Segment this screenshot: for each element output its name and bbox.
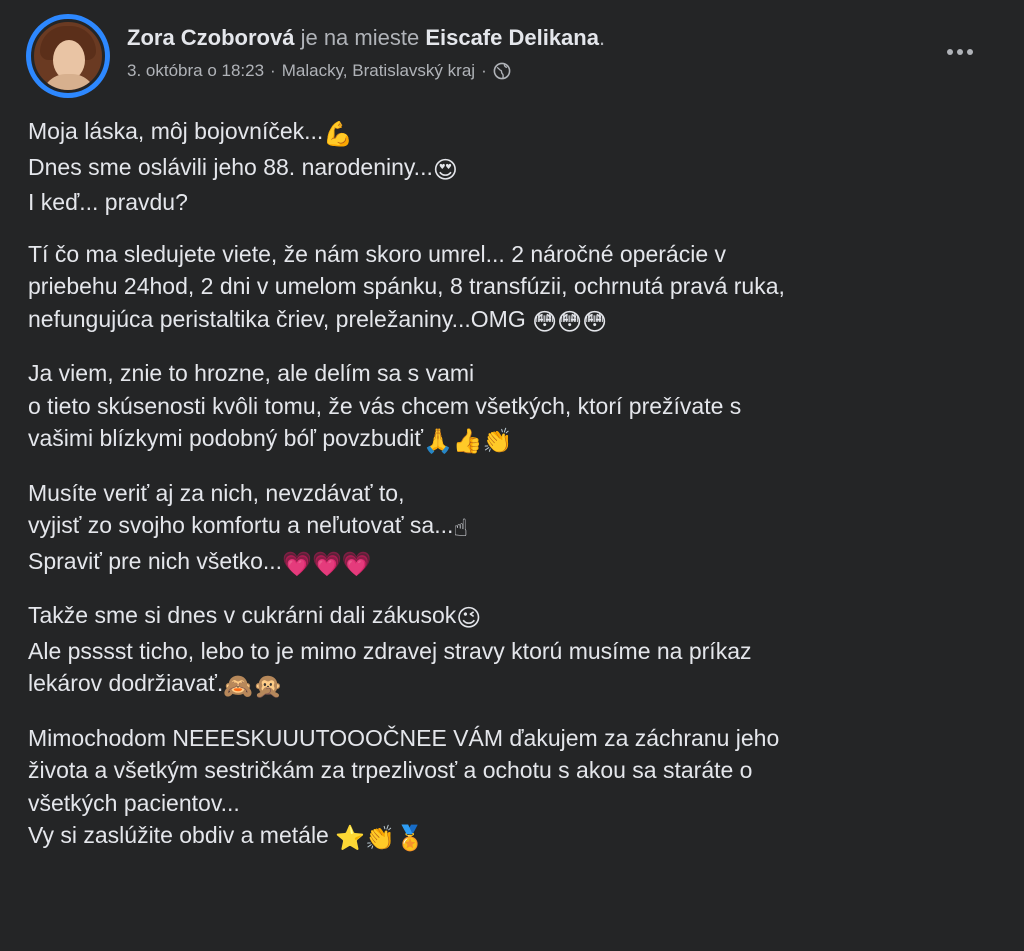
globe-icon[interactable] <box>493 62 511 80</box>
line-text: Vy si zaslúžite obdiv a metále <box>28 822 336 848</box>
line-text: nefungujúca peristaltika čriev, preležan… <box>28 305 533 332</box>
text-line: vyjisť zo svojho komfortu a neľutovať sa… <box>28 509 998 545</box>
emoji: 😍 <box>432 155 458 184</box>
emoji: 💗💗💗 <box>282 549 372 578</box>
post-timestamp-link[interactable]: 3. októbra o 18:23 <box>127 60 264 82</box>
line-text: Musíte veriť aj za nich, nevzdávať to, <box>28 479 405 506</box>
meta-separator: · <box>270 61 276 80</box>
text-line: života a všetkým sestričkám za trpezlivo… <box>28 754 998 787</box>
more-dot <box>967 49 973 55</box>
place-name-link[interactable]: Eiscafe Delikana <box>425 25 599 50</box>
emoji: ⭐👏🏅 <box>335 824 425 852</box>
line-text: života a všetkým sestričkám za trpezlivo… <box>28 757 753 783</box>
line-text: Moja láska, môj bojovníček... <box>28 118 324 144</box>
line-text: o tieto skúsenosti kvôli tomu, že vás ch… <box>28 392 742 419</box>
meta-separator-2: · <box>481 61 487 80</box>
text-line: Ja viem, znie to hrozne, ale delím sa s … <box>28 357 998 390</box>
post-message: Moja láska, môj bojovníček...💪 Dnes sme … <box>28 115 998 874</box>
text-line: vašimi blízkymi podobný bóľ povzbudiť🙏👍👏 <box>28 422 998 458</box>
text-line: Mimochodom NEEESKUUUTOOOČNEE VÁM ďakujem… <box>28 722 998 755</box>
text-line: Vy si zaslúžite obdiv a metále ⭐👏🏅 <box>28 819 998 855</box>
facebook-post: Zora Czoborová je na mieste Eiscafe Deli… <box>0 0 1024 951</box>
line-text: vašimi blízkymi podobný bóľ povzbudiť <box>28 425 424 451</box>
paragraph: Tí čo ma sledujete viete, že nám skoro u… <box>28 238 998 339</box>
text-line: nefungujúca peristaltika čriev, preležan… <box>28 303 998 339</box>
text-line: I keď... pravdu? <box>28 186 998 219</box>
more-dot <box>947 49 953 55</box>
line-text: Ale psssst ticho, lebo to je mimo zdrave… <box>28 637 752 664</box>
line-text: Tí čo ma sledujete viete, že nám skoro u… <box>28 240 726 267</box>
paragraph: Moja láska, môj bojovníček...💪 Dnes sme … <box>28 115 998 219</box>
text-line: o tieto skúsenosti kvôli tomu, že vás ch… <box>28 390 998 423</box>
more-dot <box>957 49 963 55</box>
text-line: Moja láska, môj bojovníček...💪 <box>28 115 998 151</box>
avatar[interactable] <box>26 14 110 98</box>
text-line: priebehu 24hod, 2 dni v umelom spánku, 8… <box>28 270 998 303</box>
line-text: Takže sme si dnes v cukrárni dali zákuso… <box>28 602 457 628</box>
paragraph: Takže sme si dnes v cukrárni dali zákuso… <box>28 599 998 703</box>
post-header: Zora Czoborová je na mieste Eiscafe Deli… <box>26 14 1004 104</box>
line-text: všetkých pacientov... <box>28 789 240 816</box>
paragraph: Musíte veriť aj za nich, nevzdávať to, v… <box>28 477 998 581</box>
line-text: Mimochodom NEEESKUUUTOOOČNEE VÁM ďakujem… <box>28 724 780 751</box>
text-line: Spraviť pre nich všetko...💗💗💗 <box>28 545 998 581</box>
text-line: všetkých pacientov... <box>28 787 998 820</box>
emoji: ☝ <box>453 514 468 542</box>
avatar-photo <box>31 19 105 93</box>
paragraph: Ja viem, znie to hrozne, ale delím sa s … <box>28 357 998 458</box>
avatar-shoulder <box>42 74 96 90</box>
line-text: Ja viem, znie to hrozne, ale delím sa s … <box>28 360 475 386</box>
text-line: lekárov dodržiavať.🙈🙊 <box>28 667 998 703</box>
text-line: Takže sme si dnes v cukrárni dali zákuso… <box>28 599 998 635</box>
more-options-button[interactable] <box>942 38 978 66</box>
post-meta: 3. októbra o 18:23 · Malacky, Bratislavs… <box>127 60 511 82</box>
line-text: vyjisť zo svojho komfortu a neľutovať sa… <box>28 512 454 538</box>
line-text: I keď... pravdu? <box>28 189 188 215</box>
emoji: 😳😳😳 <box>532 307 608 336</box>
text-line: Musíte veriť aj za nich, nevzdávať to, <box>28 477 998 510</box>
line-text: Dnes sme oslávili jeho 88. narodeniny... <box>28 153 433 180</box>
emoji: 🙈🙊 <box>223 672 284 700</box>
line-text: Spraviť pre nich všetko... <box>28 547 283 574</box>
text-line: Ale psssst ticho, lebo to je mimo zdrave… <box>28 635 998 668</box>
author-line: Zora Czoborová je na mieste Eiscafe Deli… <box>127 24 605 52</box>
paragraph: Mimochodom NEEESKUUUTOOOČNEE VÁM ďakujem… <box>28 722 998 855</box>
author-line-period: . <box>598 25 606 50</box>
emoji: 😉 <box>456 604 482 632</box>
author-name-link[interactable]: Zora Czoborová <box>127 25 294 50</box>
text-line: Tí čo ma sledujete viete, že nám skoro u… <box>28 238 998 271</box>
line-text: priebehu 24hod, 2 dni v umelom spánku, 8… <box>28 273 785 299</box>
emoji: 🙏👍👏 <box>423 427 513 455</box>
post-location-link[interactable]: Malacky, Bratislavský kraj <box>282 60 475 82</box>
check-in-connector: je na mieste <box>294 25 426 50</box>
emoji: 💪 <box>323 120 354 148</box>
text-line: Dnes sme oslávili jeho 88. narodeniny...… <box>28 151 998 187</box>
line-text: lekárov dodržiavať. <box>28 670 224 696</box>
